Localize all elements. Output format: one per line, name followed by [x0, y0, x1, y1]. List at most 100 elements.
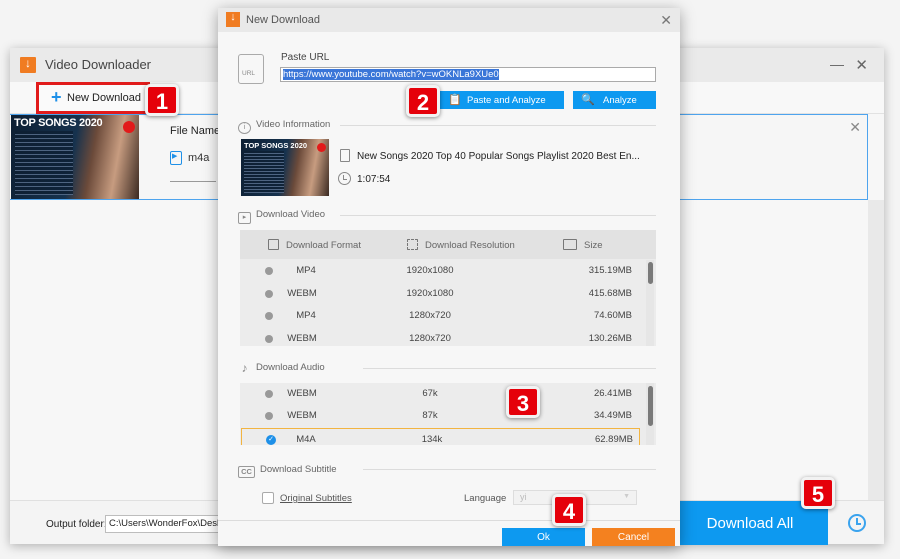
- format-label: m4a: [188, 152, 210, 164]
- music-note-icon: ♪: [241, 361, 248, 375]
- video-row[interactable]: MP4 1920x1080 315.19MB: [240, 260, 656, 282]
- paste-url-label: Paste URL: [281, 52, 330, 63]
- row-size: 415.68MB: [588, 288, 632, 299]
- plus-icon: +: [51, 87, 62, 107]
- header-resolution: Download Resolution: [407, 239, 515, 251]
- minimize-icon[interactable]: —: [830, 56, 844, 72]
- video-row[interactable]: WEBM 1920x1080 415.68MB: [240, 283, 656, 305]
- row-bitrate: 87k: [422, 410, 438, 421]
- film-icon: ▸: [238, 212, 251, 224]
- output-folder-field[interactable]: C:\Users\WonderFox\Desktop: [105, 515, 225, 533]
- alarm-clock-icon[interactable]: [848, 514, 866, 532]
- thumbnail-tracklist: [15, 131, 73, 195]
- row-resolution: 1920x1080: [406, 265, 454, 276]
- video-duration: 1:07:54: [357, 174, 391, 185]
- row-format: WEBM: [287, 288, 317, 299]
- closed-caption-icon: CC: [238, 466, 255, 478]
- radio-selected-icon[interactable]: ✓: [266, 435, 276, 445]
- url-clipboard-icon: URL: [238, 54, 264, 84]
- video-info-thumbnail: TOP SONGS 2020: [241, 139, 329, 196]
- divider: [340, 215, 656, 216]
- new-download-dialog: New Download ✕ URL Paste URL https://www…: [218, 8, 680, 546]
- original-subtitles-label[interactable]: Original Subtitles: [280, 493, 352, 504]
- app-logo-icon: [20, 56, 36, 73]
- step-badge-1: 1: [145, 84, 179, 116]
- header-format: Download Format: [268, 239, 361, 251]
- row-size: 315.19MB: [588, 265, 632, 276]
- download-audio-label: Download Audio: [256, 362, 325, 373]
- video-row[interactable]: MP4 1280x720 74.60MB: [240, 305, 656, 327]
- cancel-button[interactable]: Cancel: [592, 528, 675, 546]
- file-name-label: File Name:: [170, 125, 224, 137]
- header-size-label: Size: [584, 240, 603, 251]
- audio-row-selected[interactable]: ✓ M4A 134k 62.89MB: [241, 428, 640, 445]
- paste-and-analyze-button[interactable]: 📋 Paste and Analyze: [440, 91, 564, 109]
- row-format: WEBM: [287, 410, 317, 421]
- row-bitrate: 67k: [422, 388, 438, 399]
- video-thumbnail: TOP SONGS 2020: [11, 115, 139, 199]
- document-icon: [340, 149, 350, 162]
- radio-unselected-icon[interactable]: [265, 312, 273, 320]
- video-info-header: i Video Information: [238, 119, 330, 134]
- download-subtitle-header: CC Download Subtitle: [238, 464, 337, 478]
- step-badge-2: 2: [406, 85, 440, 117]
- url-input[interactable]: https://www.youtube.com/watch?v=wOKNLa9X…: [280, 67, 656, 82]
- row-resolution: 1920x1080: [406, 288, 454, 299]
- close-icon[interactable]: ✕: [855, 56, 868, 74]
- thumbnail-tracklist: [244, 151, 284, 193]
- row-resolution: 1280x720: [409, 310, 451, 321]
- video-scrollbar-thumb[interactable]: [648, 262, 653, 284]
- divider: [218, 520, 680, 521]
- row-format: MP4: [296, 310, 316, 321]
- remove-item-icon[interactable]: ✕: [849, 119, 861, 136]
- window-title: Video Downloader: [45, 57, 151, 72]
- video-info-label: Video Information: [256, 119, 331, 130]
- thumbnail-title: TOP SONGS 2020: [14, 117, 103, 129]
- step-badge-3: 3: [506, 386, 540, 418]
- output-folder-label: Output folder:: [46, 519, 107, 530]
- ok-button[interactable]: Ok: [502, 528, 585, 546]
- audio-scrollbar-thumb[interactable]: [648, 386, 653, 426]
- header-format-label: Download Format: [286, 240, 361, 251]
- audio-file-icon: [170, 151, 182, 165]
- download-video-header: ▸ Download Video: [238, 209, 325, 224]
- video-file-icon: [268, 239, 279, 250]
- row-bitrate: 134k: [421, 434, 443, 445]
- header-resolution-label: Download Resolution: [425, 240, 515, 251]
- video-format-table: Download Format Download Resolution Size…: [240, 230, 656, 346]
- row-format: WEBM: [287, 333, 317, 344]
- row-format: MP4: [296, 265, 316, 276]
- analyze-label: Analyze: [603, 95, 637, 106]
- row-format: M4A: [296, 434, 316, 445]
- audio-row[interactable]: WEBM 87k 34.49MB: [240, 405, 656, 427]
- video-title: New Songs 2020 Top 40 Popular Songs Play…: [357, 151, 640, 162]
- new-download-button[interactable]: + New Download: [36, 82, 150, 114]
- search-icon: 🔍: [581, 94, 595, 106]
- download-audio-header: ♪ Download Audio: [238, 362, 325, 375]
- divider: [363, 368, 656, 369]
- dialog-title-bar: New Download ✕: [218, 8, 680, 32]
- progress-bar: [170, 181, 216, 182]
- resolution-icon: [407, 239, 418, 250]
- audio-row[interactable]: WEBM 67k 26.41MB: [240, 383, 656, 405]
- row-size: 130.26MB: [588, 333, 632, 344]
- thumbnail-title: TOP SONGS 2020: [244, 141, 308, 150]
- divider: [340, 125, 656, 126]
- row-size: 26.41MB: [593, 388, 632, 399]
- download-video-label: Download Video: [256, 209, 326, 220]
- row-size: 62.89MB: [594, 434, 633, 445]
- download-subtitle-label: Download Subtitle: [260, 464, 337, 475]
- new-download-label: New Download: [67, 92, 141, 104]
- analyze-button[interactable]: 🔍 Analyze: [573, 91, 656, 109]
- step-badge-5: 5: [801, 477, 835, 509]
- thumbnail-badge: [123, 121, 135, 133]
- video-row[interactable]: WEBM 1280x720 130.26MB: [240, 328, 656, 346]
- original-subtitles-checkbox[interactable]: [262, 492, 274, 504]
- row-size: 74.60MB: [593, 310, 632, 321]
- list-scroll-area: [868, 200, 884, 500]
- radio-unselected-icon[interactable]: [265, 267, 273, 275]
- row-resolution: 1280x720: [409, 333, 451, 344]
- language-label: Language: [464, 493, 507, 504]
- clock-icon: [338, 172, 351, 185]
- dialog-close-icon[interactable]: ✕: [660, 12, 672, 29]
